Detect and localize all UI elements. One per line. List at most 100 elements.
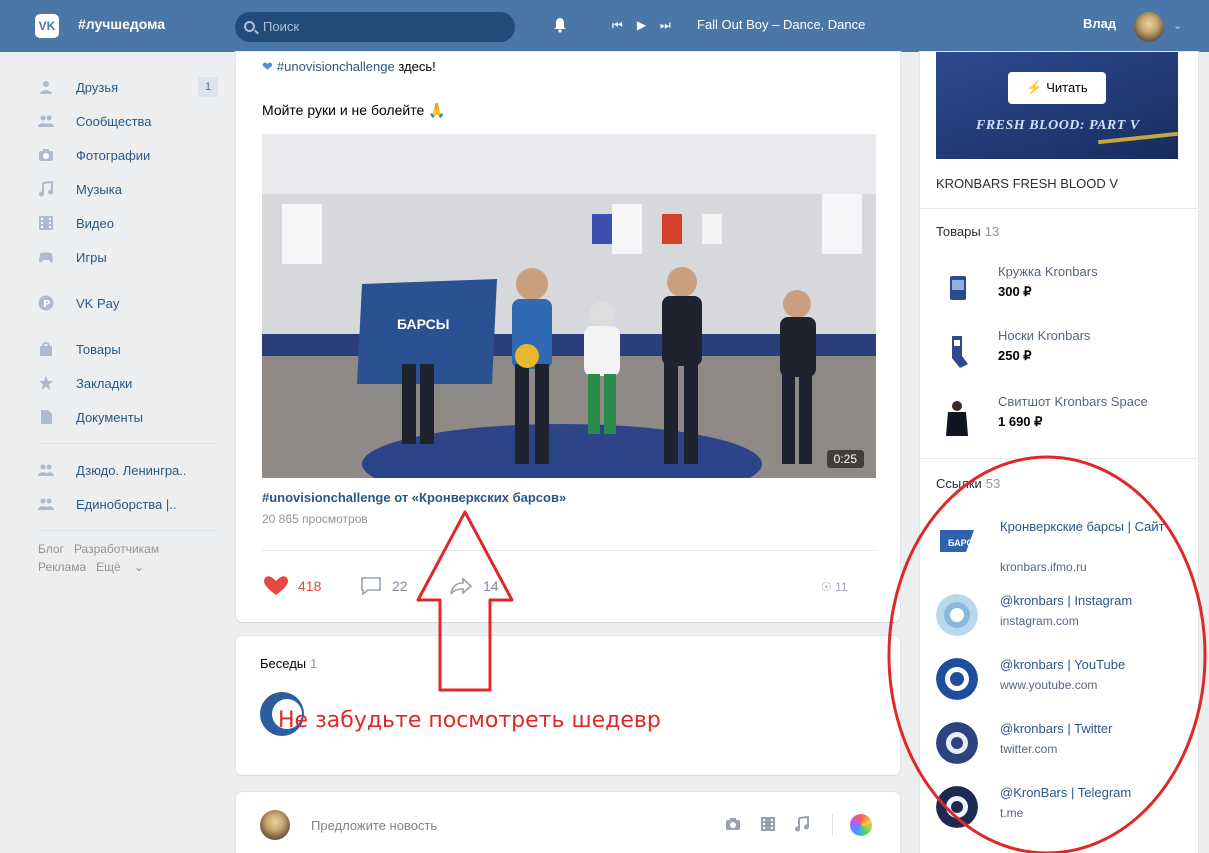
page-title[interactable]: #лучшедома <box>78 16 165 32</box>
link-item[interactable]: @kronbars | Twitter twitter.com <box>936 720 1186 774</box>
share-button[interactable]: 14 <box>449 576 499 596</box>
divider <box>832 814 833 836</box>
goods-section-title[interactable]: Товары 13 <box>936 224 999 239</box>
article-banner[interactable]: ⚡ Читать FRESH BLOOD: PART V <box>936 52 1178 159</box>
sidebar-item-music[interactable]: Музыка <box>30 172 220 206</box>
goods-price: 300 ₽ <box>998 284 1032 299</box>
svg-text:БАРСЫ: БАРСЫ <box>397 316 449 332</box>
divider <box>262 550 876 551</box>
svg-text:P: P <box>43 299 50 310</box>
sidebar-item-games[interactable]: Игры <box>30 240 220 274</box>
video-player[interactable]: БАРСЫ 0:25 <box>262 134 876 478</box>
video-icon[interactable] <box>760 816 776 832</box>
sidebar-item-label: Музыка <box>76 181 122 197</box>
friends-icon <box>40 81 52 94</box>
svg-text:БАРС: БАРС <box>948 538 973 548</box>
top-bar: VK #лучшедома Поиск ⏮ ▶ ⏭ Fall Out Boy –… <box>0 0 1209 52</box>
praying-hands-emoji: 🙏 <box>428 102 446 118</box>
link-name: @kronbars | YouTube <box>1000 657 1126 672</box>
sidebar-item-label: Друзья <box>76 79 119 95</box>
read-button[interactable]: ⚡ Читать <box>1008 72 1106 104</box>
color-picker-icon[interactable] <box>850 814 872 836</box>
sidebar-item-friends[interactable]: Друзья 1 <box>30 70 220 104</box>
sidebar-item-group-judo[interactable]: Дзюдо. Ленингра.. <box>30 453 220 487</box>
sidebar-item-photos[interactable]: Фотографии <box>30 138 220 172</box>
search-input[interactable]: Поиск <box>235 12 515 42</box>
search-icon <box>244 21 255 32</box>
read-button-label: Читать <box>1046 80 1088 95</box>
goods-item[interactable]: Носки Kronbars 250 ₽ <box>936 328 1186 378</box>
comment-button[interactable]: 22 <box>360 576 408 596</box>
user-avatar[interactable] <box>1134 12 1164 42</box>
document-icon <box>41 410 52 424</box>
sidebar-item-group-martial[interactable]: Единоборства |.. <box>30 487 220 521</box>
communities-icon <box>38 115 54 127</box>
camera-icon[interactable] <box>724 816 742 832</box>
sidebar-item-video[interactable]: Видео <box>30 206 220 240</box>
conversations-title[interactable]: Беседы 1 <box>260 656 317 671</box>
sweatshirt-thumbnail <box>946 401 968 436</box>
link-item[interactable]: БАРС Кронверкские барсы | Сайт kronbars.… <box>936 518 1186 574</box>
group-icon <box>38 464 54 476</box>
sidebar-item-label: Фотографии <box>76 147 151 163</box>
suggest-news-input[interactable]: Предложите новость <box>311 818 437 833</box>
goods-item[interactable]: Свитшот Kronbars Space 1 690 ₽ <box>936 394 1186 444</box>
twitter-logo <box>936 722 978 764</box>
goods-price: 250 ₽ <box>998 348 1032 363</box>
instagram-logo <box>936 594 978 636</box>
post-text-content: Мойте руки и не болейте <box>262 102 425 118</box>
music-icon[interactable] <box>794 816 810 832</box>
hashtag-suffix: здесь! <box>398 59 436 74</box>
sidebar-item-bookmarks[interactable]: Закладки <box>30 366 220 400</box>
conversations-block: Беседы 1 <box>236 636 900 775</box>
vk-logo[interactable]: VK <box>35 14 59 38</box>
telegram-logo <box>936 786 978 828</box>
hashtag-link[interactable]: #unovisionchallenge <box>277 59 395 74</box>
video-title-link[interactable]: #unovisionchallenge от «Кронверкских бар… <box>262 490 566 505</box>
vkpay-icon: P <box>38 295 54 311</box>
link-url: t.me <box>1000 806 1024 820</box>
goods-price: 1 690 ₽ <box>998 414 1043 429</box>
link-item[interactable]: @KronBars | Telegram t.me <box>936 784 1186 838</box>
share-icon <box>450 577 473 595</box>
divider <box>38 443 218 444</box>
user-name[interactable]: Влад <box>1083 16 1116 31</box>
chevron-down-icon[interactable]: ⌄ <box>1173 19 1182 32</box>
like-count: 418 <box>298 578 322 594</box>
current-track[interactable]: Fall Out Boy – Dance, Dance <box>697 17 865 32</box>
goods-item[interactable]: Кружка Kronbars 300 ₽ <box>936 264 1186 314</box>
link-item[interactable]: @kronbars | YouTube www.youtube.com <box>936 656 1186 710</box>
article-title[interactable]: KRONBARS FRESH BLOOD V <box>936 176 1118 191</box>
footer-link-ads[interactable]: Реклама <box>38 560 86 574</box>
link-name: @kronbars | Twitter <box>1000 721 1113 736</box>
sidebar-item-documents[interactable]: Документы <box>30 400 220 434</box>
left-sidebar: Друзья 1 Сообщества Фотографии Музыка Ви… <box>30 70 220 576</box>
sidebar-item-label: Видео <box>76 215 114 231</box>
sidebar-item-goods[interactable]: Товары <box>30 332 220 366</box>
next-track-icon[interactable]: ⏭ <box>660 18 671 33</box>
divider <box>920 208 1198 209</box>
previous-track-icon[interactable]: ⏮ <box>612 18 623 33</box>
footer-link-more[interactable]: Ещё ⌄ <box>96 560 144 574</box>
link-url: www.youtube.com <box>1000 678 1098 692</box>
link-name: @kronbars | Instagram <box>1000 593 1133 608</box>
footer-link-dev[interactable]: Разработчикам <box>74 542 159 556</box>
sidebar-item-vkpay[interactable]: P VK Pay <box>30 286 220 320</box>
view-count: 11 <box>835 580 848 594</box>
links-section-title[interactable]: Ссылки 53 <box>936 476 1000 491</box>
like-button[interactable]: 418 <box>264 576 321 596</box>
play-icon[interactable]: ▶ <box>637 18 646 33</box>
footer-link-blog[interactable]: Блог <box>38 542 64 556</box>
blue-heart-icon: ❤ <box>262 59 273 74</box>
sidebar-item-label: Документы <box>76 409 144 425</box>
right-sidebar: ⚡ Читать FRESH BLOOD: PART V KRONBARS FR… <box>920 52 1198 853</box>
view-counter: ☉ 11 <box>821 580 848 594</box>
post-hashtag-line: ❤ #unovisionchallenge здесь! <box>262 59 436 75</box>
notifications-bell-icon[interactable] <box>552 17 568 33</box>
kronbars-site-logo: БАРС <box>936 528 978 554</box>
sidebar-item-communities[interactable]: Сообщества <box>30 104 220 138</box>
video-duration-label: 0:25 <box>833 452 857 466</box>
link-item[interactable]: @kronbars | Instagram instagram.com <box>936 592 1186 646</box>
youtube-logo <box>936 658 978 700</box>
attachment-icons <box>724 816 810 832</box>
